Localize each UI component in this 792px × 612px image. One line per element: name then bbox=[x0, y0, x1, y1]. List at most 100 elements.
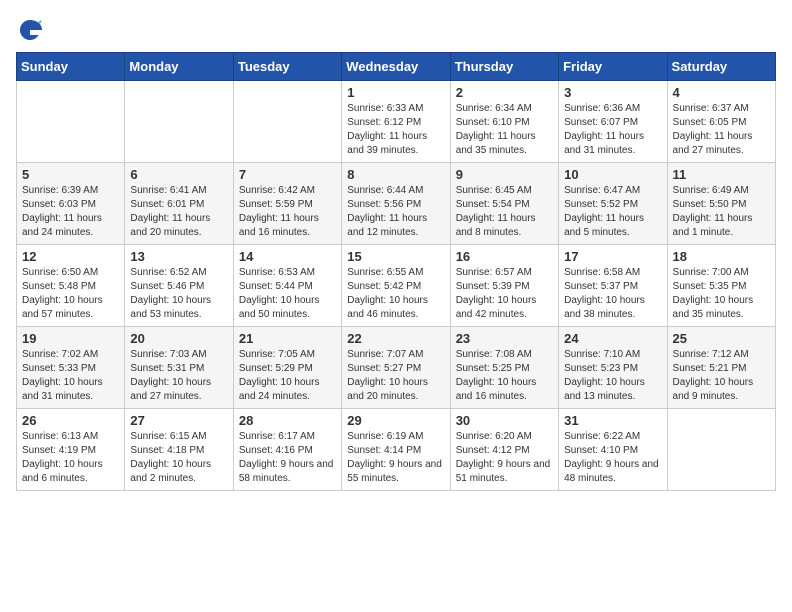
calendar-week-row: 19 Sunrise: 7:02 AM Sunset: 5:33 PM Dayli… bbox=[17, 327, 776, 409]
calendar-cell bbox=[667, 409, 775, 491]
calendar-cell: 15 Sunrise: 6:55 AM Sunset: 5:42 PM Dayli… bbox=[342, 245, 450, 327]
calendar-cell bbox=[17, 81, 125, 163]
calendar-cell: 22 Sunrise: 7:07 AM Sunset: 5:27 PM Dayli… bbox=[342, 327, 450, 409]
calendar-cell: 1Sunrise: 6:33 AM Sunset: 6:12 PM Daylig… bbox=[342, 81, 450, 163]
calendar-cell: 6 Sunrise: 6:41 AM Sunset: 6:01 PM Daylig… bbox=[125, 163, 233, 245]
weekday-header-wednesday: Wednesday bbox=[342, 53, 450, 81]
day-number: 17 bbox=[564, 249, 661, 264]
calendar-table: SundayMondayTuesdayWednesdayThursdayFrid… bbox=[16, 52, 776, 491]
calendar-cell: 21 Sunrise: 7:05 AM Sunset: 5:29 PM Dayli… bbox=[233, 327, 341, 409]
day-number: 3 bbox=[564, 85, 661, 100]
day-info: Sunrise: 6:42 AM Sunset: 5:59 PM Dayligh… bbox=[239, 184, 336, 240]
day-number: 19 bbox=[22, 331, 119, 346]
day-info: Sunrise: 6:50 AM Sunset: 5:48 PM Dayligh… bbox=[22, 266, 119, 322]
day-info: Sunrise: 6:34 AM Sunset: 6:10 PM Dayligh… bbox=[456, 102, 553, 158]
day-number: 12 bbox=[22, 249, 119, 264]
day-number: 4 bbox=[673, 85, 770, 100]
calendar-cell: 23 Sunrise: 7:08 AM Sunset: 5:25 PM Dayli… bbox=[450, 327, 558, 409]
calendar-week-row: 12 Sunrise: 6:50 AM Sunset: 5:48 PM Dayli… bbox=[17, 245, 776, 327]
calendar-cell: 5 Sunrise: 6:39 AM Sunset: 6:03 PM Daylig… bbox=[17, 163, 125, 245]
day-number: 14 bbox=[239, 249, 336, 264]
calendar-cell: 28 Sunrise: 6:17 AM Sunset: 4:16 PM Dayli… bbox=[233, 409, 341, 491]
calendar-cell: 17 Sunrise: 6:58 AM Sunset: 5:37 PM Dayli… bbox=[559, 245, 667, 327]
day-number: 5 bbox=[22, 167, 119, 182]
calendar-cell: 13 Sunrise: 6:52 AM Sunset: 5:46 PM Dayli… bbox=[125, 245, 233, 327]
day-info: Sunrise: 6:36 AM Sunset: 6:07 PM Dayligh… bbox=[564, 102, 661, 158]
day-number: 8 bbox=[347, 167, 444, 182]
day-info: Sunrise: 6:55 AM Sunset: 5:42 PM Dayligh… bbox=[347, 266, 444, 322]
day-number: 30 bbox=[456, 413, 553, 428]
calendar-cell: 27Sunrise: 6:15 AM Sunset: 4:18 PM Dayli… bbox=[125, 409, 233, 491]
calendar-cell: 8 Sunrise: 6:44 AM Sunset: 5:56 PM Daylig… bbox=[342, 163, 450, 245]
weekday-header-sunday: Sunday bbox=[17, 53, 125, 81]
calendar-cell: 11 Sunrise: 6:49 AM Sunset: 5:50 PM Dayli… bbox=[667, 163, 775, 245]
weekday-header-friday: Friday bbox=[559, 53, 667, 81]
calendar-cell bbox=[233, 81, 341, 163]
day-info: Sunrise: 6:44 AM Sunset: 5:56 PM Dayligh… bbox=[347, 184, 444, 240]
day-number: 10 bbox=[564, 167, 661, 182]
calendar-cell: 30 Sunrise: 6:20 AM Sunset: 4:12 PM Dayli… bbox=[450, 409, 558, 491]
calendar-cell: 16 Sunrise: 6:57 AM Sunset: 5:39 PM Dayli… bbox=[450, 245, 558, 327]
day-info: Sunrise: 6:57 AM Sunset: 5:39 PM Dayligh… bbox=[456, 266, 553, 322]
calendar-cell: 7 Sunrise: 6:42 AM Sunset: 5:59 PM Daylig… bbox=[233, 163, 341, 245]
calendar-week-row: 1Sunrise: 6:33 AM Sunset: 6:12 PM Daylig… bbox=[17, 81, 776, 163]
day-info: Sunrise: 6:13 AM Sunset: 4:19 PM Dayligh… bbox=[22, 430, 119, 486]
day-info: Sunrise: 6:52 AM Sunset: 5:46 PM Dayligh… bbox=[130, 266, 227, 322]
day-number: 22 bbox=[347, 331, 444, 346]
calendar-cell: 26 Sunrise: 6:13 AM Sunset: 4:19 PM Dayli… bbox=[17, 409, 125, 491]
day-info: Sunrise: 6:41 AM Sunset: 6:01 PM Dayligh… bbox=[130, 184, 227, 240]
day-number: 26 bbox=[22, 413, 119, 428]
calendar-cell: 24 Sunrise: 7:10 AM Sunset: 5:23 PM Dayli… bbox=[559, 327, 667, 409]
day-number: 18 bbox=[673, 249, 770, 264]
calendar-cell bbox=[125, 81, 233, 163]
calendar-cell: 3 Sunrise: 6:36 AM Sunset: 6:07 PM Daylig… bbox=[559, 81, 667, 163]
day-number: 29 bbox=[347, 413, 444, 428]
weekday-header-saturday: Saturday bbox=[667, 53, 775, 81]
day-info: Sunrise: 6:39 AM Sunset: 6:03 PM Dayligh… bbox=[22, 184, 119, 240]
day-info: Sunrise: 7:02 AM Sunset: 5:33 PM Dayligh… bbox=[22, 348, 119, 404]
day-number: 21 bbox=[239, 331, 336, 346]
day-number: 7 bbox=[239, 167, 336, 182]
weekday-header-monday: Monday bbox=[125, 53, 233, 81]
calendar-cell: 31 Sunrise: 6:22 AM Sunset: 4:10 PM Dayli… bbox=[559, 409, 667, 491]
day-number: 11 bbox=[673, 167, 770, 182]
day-info: Sunrise: 7:05 AM Sunset: 5:29 PM Dayligh… bbox=[239, 348, 336, 404]
calendar-cell: 18Sunrise: 7:00 AM Sunset: 5:35 PM Dayli… bbox=[667, 245, 775, 327]
day-number: 15 bbox=[347, 249, 444, 264]
day-number: 1 bbox=[347, 85, 444, 100]
day-info: Sunrise: 6:53 AM Sunset: 5:44 PM Dayligh… bbox=[239, 266, 336, 322]
day-info: Sunrise: 7:12 AM Sunset: 5:21 PM Dayligh… bbox=[673, 348, 770, 404]
day-info: Sunrise: 6:19 AM Sunset: 4:14 PM Dayligh… bbox=[347, 430, 444, 486]
day-info: Sunrise: 6:49 AM Sunset: 5:50 PM Dayligh… bbox=[673, 184, 770, 240]
day-info: Sunrise: 6:37 AM Sunset: 6:05 PM Dayligh… bbox=[673, 102, 770, 158]
weekday-header-tuesday: Tuesday bbox=[233, 53, 341, 81]
day-info: Sunrise: 6:15 AM Sunset: 4:18 PM Dayligh… bbox=[130, 430, 227, 486]
calendar-cell: 29 Sunrise: 6:19 AM Sunset: 4:14 PM Dayli… bbox=[342, 409, 450, 491]
calendar-cell: 14 Sunrise: 6:53 AM Sunset: 5:44 PM Dayli… bbox=[233, 245, 341, 327]
day-number: 6 bbox=[130, 167, 227, 182]
day-info: Sunrise: 7:08 AM Sunset: 5:25 PM Dayligh… bbox=[456, 348, 553, 404]
day-info: Sunrise: 6:45 AM Sunset: 5:54 PM Dayligh… bbox=[456, 184, 553, 240]
day-number: 24 bbox=[564, 331, 661, 346]
calendar-cell: 9Sunrise: 6:45 AM Sunset: 5:54 PM Daylig… bbox=[450, 163, 558, 245]
day-number: 20 bbox=[130, 331, 227, 346]
calendar-week-row: 26 Sunrise: 6:13 AM Sunset: 4:19 PM Dayli… bbox=[17, 409, 776, 491]
day-number: 16 bbox=[456, 249, 553, 264]
day-info: Sunrise: 6:20 AM Sunset: 4:12 PM Dayligh… bbox=[456, 430, 553, 486]
day-info: Sunrise: 7:10 AM Sunset: 5:23 PM Dayligh… bbox=[564, 348, 661, 404]
day-info: Sunrise: 6:17 AM Sunset: 4:16 PM Dayligh… bbox=[239, 430, 336, 486]
day-info: Sunrise: 7:03 AM Sunset: 5:31 PM Dayligh… bbox=[130, 348, 227, 404]
day-number: 28 bbox=[239, 413, 336, 428]
day-number: 25 bbox=[673, 331, 770, 346]
day-info: Sunrise: 6:47 AM Sunset: 5:52 PM Dayligh… bbox=[564, 184, 661, 240]
calendar-cell: 12 Sunrise: 6:50 AM Sunset: 5:48 PM Dayli… bbox=[17, 245, 125, 327]
day-number: 31 bbox=[564, 413, 661, 428]
day-number: 2 bbox=[456, 85, 553, 100]
logo-icon bbox=[16, 16, 44, 44]
day-number: 13 bbox=[130, 249, 227, 264]
day-info: Sunrise: 6:58 AM Sunset: 5:37 PM Dayligh… bbox=[564, 266, 661, 322]
day-number: 23 bbox=[456, 331, 553, 346]
day-info: Sunrise: 6:22 AM Sunset: 4:10 PM Dayligh… bbox=[564, 430, 661, 486]
weekday-header-thursday: Thursday bbox=[450, 53, 558, 81]
day-info: Sunrise: 7:07 AM Sunset: 5:27 PM Dayligh… bbox=[347, 348, 444, 404]
